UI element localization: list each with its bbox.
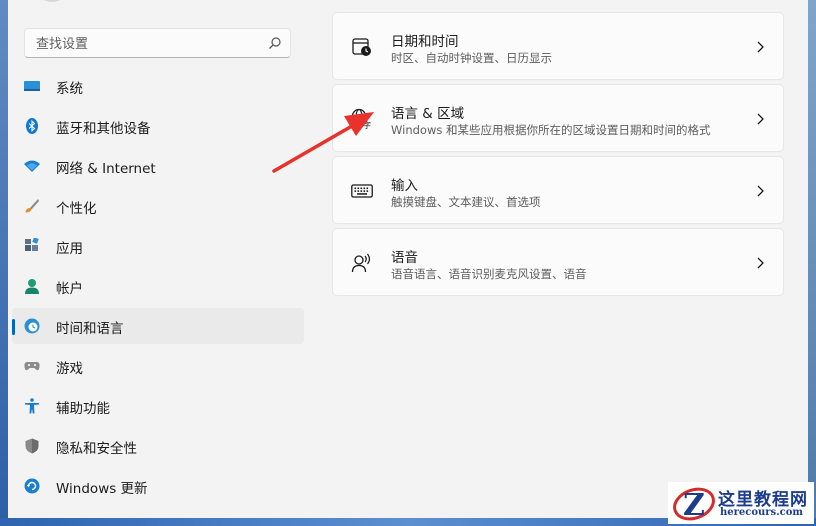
chevron-right-icon bbox=[757, 41, 764, 53]
accessibility-icon bbox=[24, 398, 40, 414]
windows-update-icon bbox=[24, 478, 40, 494]
system-monitor-icon bbox=[24, 78, 40, 94]
sidebar-item-label: 帐户 bbox=[56, 281, 83, 297]
sidebar-item-accounts[interactable]: 帐户 bbox=[12, 268, 304, 304]
desktop-background-left bbox=[0, 0, 8, 526]
sidebar-item-label: 应用 bbox=[56, 241, 83, 257]
time-language-icon bbox=[24, 318, 40, 334]
apps-icon bbox=[24, 238, 40, 254]
keyboard-icon bbox=[351, 180, 373, 202]
card-subtitle: 语音语言、语音识别麦克风设置、语音 bbox=[391, 267, 587, 281]
sidebar-item-label: 个性化 bbox=[56, 201, 97, 217]
card-typing[interactable]: 输入 触摸键盘、文本建议、首选项 bbox=[332, 156, 784, 224]
sidebar-item-personalization[interactable]: 个性化 bbox=[12, 188, 304, 224]
sidebar-item-label: 辅助功能 bbox=[56, 401, 110, 417]
card-title: 输入 bbox=[391, 178, 418, 194]
chevron-right-icon bbox=[757, 257, 764, 269]
wifi-icon bbox=[24, 158, 40, 174]
sidebar-item-gaming[interactable]: 游戏 bbox=[12, 348, 304, 384]
account-icon bbox=[24, 278, 40, 294]
gamepad-icon bbox=[24, 358, 40, 374]
sidebar-item-apps[interactable]: 应用 bbox=[12, 228, 304, 264]
language-region-icon: 字 bbox=[351, 108, 373, 130]
sidebar-item-label: 蓝牙和其他设备 bbox=[56, 121, 151, 137]
sidebar-item-bluetooth[interactable]: 蓝牙和其他设备 bbox=[12, 108, 304, 144]
card-title: 语言 & 区域 bbox=[391, 106, 465, 122]
search-box[interactable] bbox=[24, 28, 291, 58]
search-icon[interactable] bbox=[268, 36, 282, 50]
sidebar-item-label: 时间和语言 bbox=[56, 321, 124, 337]
svg-text:字: 字 bbox=[363, 120, 371, 130]
watermark-url: herecours.com bbox=[720, 507, 804, 518]
sidebar-item-label: 隐私和安全性 bbox=[56, 441, 137, 457]
sidebar-item-label: 游戏 bbox=[56, 361, 83, 377]
sidebar-item-time-language[interactable]: 时间和语言 bbox=[12, 308, 304, 344]
watermark-logo-icon: Z bbox=[673, 487, 715, 522]
sidebar-nav: 系统 蓝牙和其他设备 网络 & Internet 个性化 应用 帐户 时间和语言… bbox=[12, 68, 304, 508]
card-subtitle: 时区、自动时钟设置、日历显示 bbox=[391, 51, 552, 65]
chevron-right-icon bbox=[757, 113, 764, 125]
card-speech[interactable]: 语音 语音语言、语音识别麦克风设置、语音 bbox=[332, 228, 784, 296]
sidebar-item-label: 系统 bbox=[56, 81, 83, 97]
sidebar-item-windows-update[interactable]: Windows 更新 bbox=[12, 468, 304, 504]
sidebar-item-privacy-security[interactable]: 隐私和安全性 bbox=[12, 428, 304, 464]
card-subtitle: Windows 和某些应用根据你所在的区域设置日期和时间的格式 bbox=[391, 123, 711, 137]
search-input[interactable] bbox=[34, 34, 258, 54]
calendar-clock-icon bbox=[351, 36, 373, 58]
svg-text:Z: Z bbox=[683, 488, 705, 522]
card-title: 语音 bbox=[391, 250, 418, 266]
card-date-time[interactable]: 日期和时间 时区、自动时钟设置、日历显示 bbox=[332, 12, 784, 80]
sidebar-item-label: Windows 更新 bbox=[56, 481, 148, 497]
sidebar-item-system[interactable]: 系统 bbox=[12, 68, 304, 104]
watermark: Z 这里教程网 herecours.com bbox=[668, 482, 814, 524]
brush-icon bbox=[24, 198, 40, 214]
shield-icon bbox=[24, 438, 40, 454]
sidebar-item-network[interactable]: 网络 & Internet bbox=[12, 148, 304, 184]
bluetooth-icon bbox=[24, 118, 40, 134]
card-language-region[interactable]: 字 语言 & 区域 Windows 和某些应用根据你所在的区域设置日期和时间的格… bbox=[332, 84, 784, 152]
card-subtitle: 触摸键盘、文本建议、首选项 bbox=[391, 195, 541, 209]
speech-icon bbox=[351, 252, 373, 274]
chevron-right-icon bbox=[757, 185, 764, 197]
settings-cards: 日期和时间 时区、自动时钟设置、日历显示 字 语言 & 区域 Windows 和… bbox=[332, 12, 784, 300]
sidebar-item-label: 网络 & Internet bbox=[56, 161, 156, 177]
sidebar-item-accessibility[interactable]: 辅助功能 bbox=[12, 388, 304, 424]
card-title: 日期和时间 bbox=[391, 34, 459, 50]
desktop-background-right bbox=[808, 0, 816, 526]
